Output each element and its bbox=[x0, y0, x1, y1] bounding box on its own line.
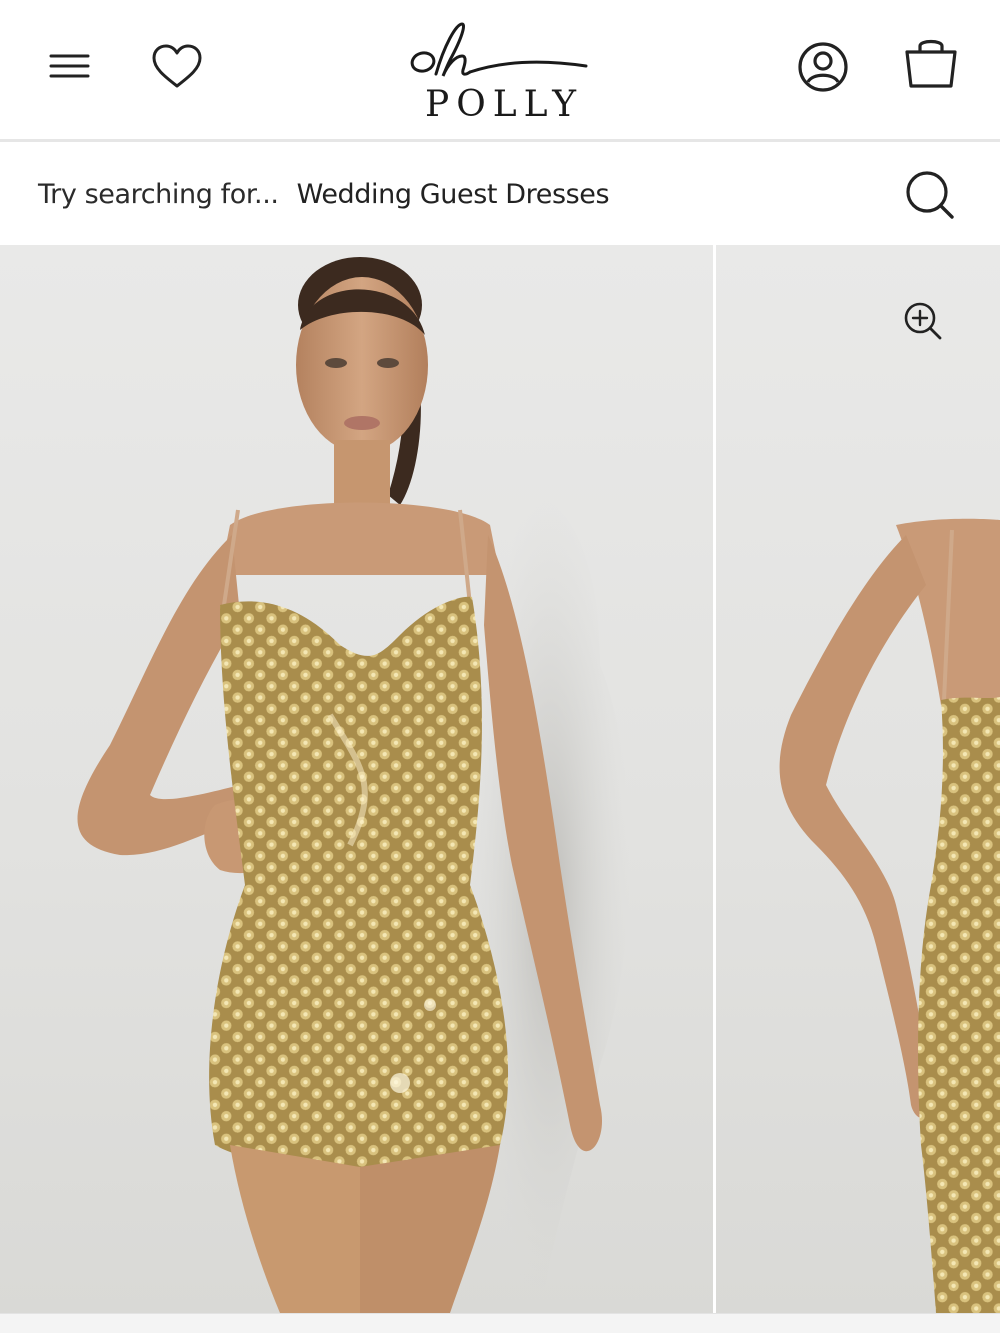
shopping-bag-button[interactable] bbox=[900, 34, 962, 96]
search-prompt: Try searching for... bbox=[38, 179, 279, 210]
search-bar[interactable]: Try searching for... Wedding Guest Dresse… bbox=[0, 145, 1000, 245]
wishlist-button[interactable] bbox=[146, 38, 208, 94]
page-bottom-strip bbox=[0, 1313, 1000, 1333]
product-image-gallery[interactable] bbox=[0, 245, 1000, 1313]
zoom-button[interactable] bbox=[902, 300, 944, 342]
bag-icon bbox=[905, 39, 957, 88]
account-button[interactable] bbox=[794, 36, 852, 98]
search-button[interactable] bbox=[902, 167, 958, 223]
model-front-photo bbox=[77, 257, 630, 1313]
logo-wordmark: POLLY bbox=[424, 84, 583, 125]
product-image-back[interactable] bbox=[716, 245, 1000, 1313]
search-suggestion[interactable]: Wedding Guest Dresses bbox=[297, 179, 610, 210]
product-image-front[interactable] bbox=[0, 245, 713, 1313]
brand-logo[interactable]: POLLY bbox=[396, 16, 604, 124]
model-back-photo bbox=[779, 518, 1000, 1313]
site-header: POLLY bbox=[0, 0, 1000, 142]
account-icon bbox=[798, 42, 848, 92]
logo-script bbox=[410, 22, 588, 77]
search-input[interactable]: Try searching for... Wedding Guest Dresse… bbox=[38, 175, 610, 215]
menu-icon bbox=[49, 54, 90, 78]
menu-button[interactable] bbox=[44, 38, 96, 94]
search-icon bbox=[906, 171, 954, 219]
heart-icon bbox=[152, 44, 202, 88]
zoom-in-icon bbox=[904, 302, 942, 340]
